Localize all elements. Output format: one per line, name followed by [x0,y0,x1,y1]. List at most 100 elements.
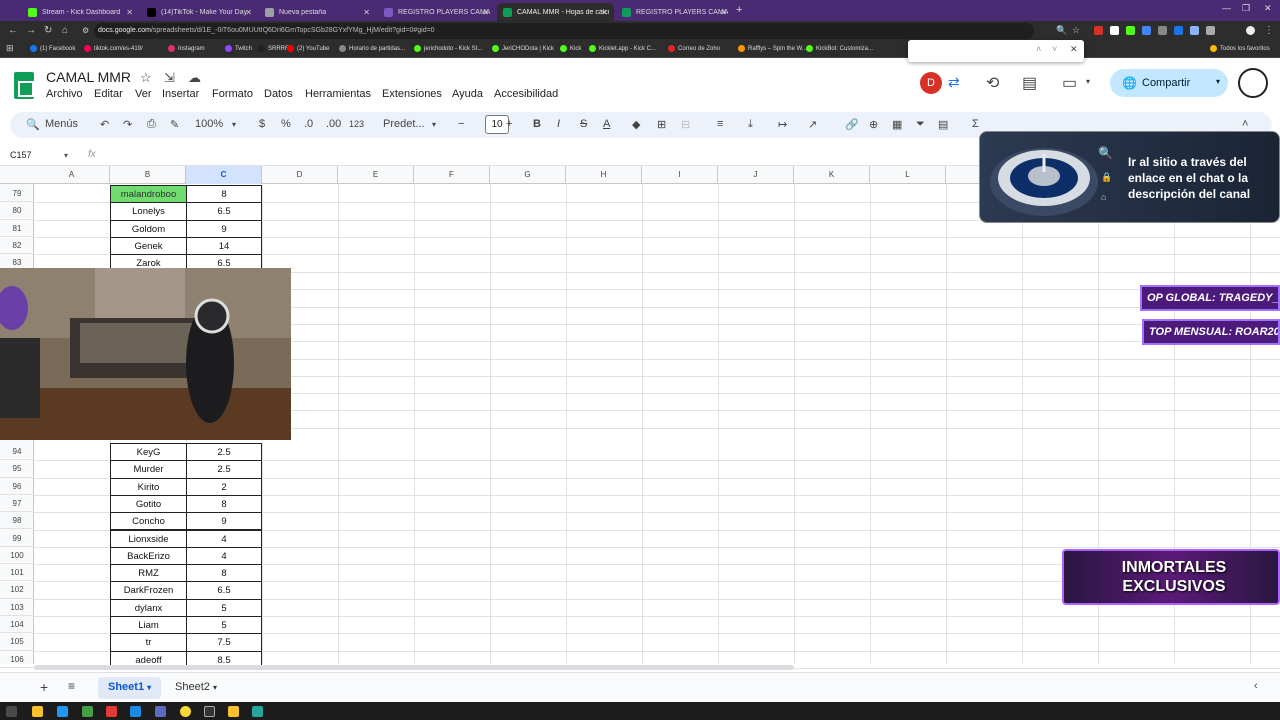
zoom-icon[interactable]: 🔍 [1056,25,1067,36]
percent-format-button[interactable]: % [281,118,291,130]
tab-close-icon[interactable]: ✕ [126,8,133,17]
menu-item[interactable]: Insertar [162,88,199,100]
cell-mmr-value[interactable]: 6.5 [186,581,262,600]
document-title[interactable]: CAMAL MMR [46,69,131,85]
row-header[interactable]: 94 [0,443,34,461]
row-header[interactable]: 79 [0,185,34,203]
star-icon[interactable]: ☆ [140,70,152,86]
cell-mmr-value[interactable]: 14 [186,236,262,256]
cell-player-name[interactable]: Genek [110,236,187,256]
bookmark-item[interactable]: Instagram [168,45,205,52]
row-header[interactable]: 96 [0,478,34,495]
cell-mmr-value[interactable]: 8 [186,494,262,514]
row-header[interactable]: 98 [0,512,34,530]
print-icon[interactable]: ⎙ [147,118,156,131]
extension-icon[interactable] [1190,26,1199,35]
column-header[interactable]: G [490,166,566,184]
row-header[interactable]: 82 [0,237,34,255]
row-header[interactable]: 104 [0,616,34,634]
extension-icon[interactable] [1142,26,1151,35]
increase-decimals-button[interactable]: .00 [326,118,341,130]
currency-format-button[interactable]: $ [259,118,265,130]
menu-item[interactable]: Editar [94,88,123,100]
cloud-status-icon[interactable]: ☁ [188,70,201,86]
cell-player-name[interactable]: KeyG [110,443,187,462]
gemini-chat-icon[interactable]: ⇄ [948,74,960,91]
cell-mmr-value[interactable]: 7.5 [186,633,262,652]
browser-tab[interactable]: Nueva pestaña ✕ [259,3,376,21]
functions-icon[interactable]: Σ [972,118,979,130]
column-header[interactable]: J [718,166,794,184]
row-header[interactable]: 80 [0,202,34,220]
cell-player-name[interactable]: Murder [110,460,187,479]
bookmark-item[interactable]: Rafflys – Spin the W... [738,45,807,52]
sheet-tab-dropdown-icon[interactable]: ▾ [213,683,217,692]
filter-icon[interactable]: ⏷ [916,118,925,131]
all-sheets-icon[interactable]: ≡ [68,679,75,693]
cell-mmr-value[interactable]: 4 [186,529,262,548]
column-header[interactable]: D [262,166,338,184]
collapse-menus-icon[interactable]: ˄ [1242,118,1248,130]
bookmark-item[interactable]: jerichodoto - Kick St... [414,45,482,52]
find-close-icon[interactable]: ✕ [1070,44,1078,55]
home-icon[interactable]: ⌂ [62,25,68,36]
insert-link-icon[interactable]: 🔗 [845,118,859,131]
row-header[interactable]: 102 [0,581,34,599]
increase-font-size-icon[interactable]: + [506,118,512,130]
taskbar-app-icon[interactable] [57,706,68,717]
bookmark-item[interactable]: KickBot: Customiza... [806,45,873,52]
cell-player-name[interactable]: Goldom [110,219,187,238]
browser-tab[interactable]: Stream - Kick Dashboard ✕ [22,3,139,21]
filter-views-icon[interactable]: ▤ [938,118,948,131]
search-menus-icon[interactable]: 🔍 [26,118,40,131]
menu-item[interactable]: Formato [212,88,253,100]
horizontal-align-icon[interactable]: ≡ [717,118,723,130]
sheets-logo[interactable] [14,72,34,99]
row-header[interactable]: 105 [0,633,34,651]
cell-player-name[interactable]: DarkFrozen [110,581,187,600]
taskbar-app-icon[interactable] [228,706,239,717]
row-header[interactable]: 101 [0,564,34,582]
menu-item[interactable]: Herramientas [305,88,371,100]
minimize-icon[interactable]: — [1222,3,1231,13]
column-header[interactable]: I [642,166,718,184]
taskbar-app-icon[interactable] [106,706,117,717]
cell-mmr-value[interactable]: 9 [186,219,262,238]
bookmark-item[interactable]: Todos los favoritos [1210,45,1270,52]
taskbar-app-icon[interactable] [82,706,93,717]
italic-button[interactable]: I [557,118,560,130]
cell-player-name[interactable]: Lionxside [110,529,187,548]
zoom-dropdown-icon[interactable]: ▾ [232,120,236,129]
extension-icon[interactable] [1126,26,1135,35]
cell-player-name[interactable]: BackErizo [110,546,187,566]
share-button[interactable]: 🌐 Compartir ▾ [1110,69,1228,97]
text-wrapping-icon[interactable]: ↦ [778,118,787,131]
new-tab-button[interactable]: + [736,4,742,16]
cell-player-name[interactable]: Lonelys [110,202,187,221]
cell-mmr-value[interactable]: 5 [186,598,262,617]
url-input[interactable]: docs.google.com/spreadsheets/d/1E_-0iT6o… [94,23,1034,39]
insert-chart-icon[interactable]: ▦ [892,118,902,131]
meet-dropdown-icon[interactable]: ▾ [1086,77,1090,86]
row-header[interactable]: 81 [0,220,34,237]
cell-player-name[interactable]: malandroboo [110,185,187,204]
site-info-icon[interactable]: ⚙ [82,26,89,35]
cell-player-name[interactable]: Liam [110,616,187,635]
fill-color-icon[interactable]: ◆ [632,118,640,131]
column-header[interactable]: L [870,166,946,184]
cell-player-name[interactable]: Concho [110,512,187,531]
extension-icon[interactable] [1158,26,1167,35]
menu-item[interactable]: Accesibilidad [494,88,558,100]
extension-icon[interactable] [1174,26,1183,35]
meet-icon[interactable]: ▭ [1062,73,1077,93]
vertical-align-icon[interactable]: ⤓ [748,118,753,131]
browser-tab[interactable]: REGISTRO PLAYERS CAMAL CUP✕ [378,3,495,21]
maximize-icon[interactable]: ❐ [1242,3,1250,14]
font-select[interactable]: Predet... [383,118,425,130]
back-icon[interactable]: ← [8,25,18,36]
browser-tab[interactable]: (14)TikTok - Make Your Day ✕ [141,3,258,21]
cell-mmr-value[interactable]: 9 [186,512,262,531]
more-formats-button[interactable]: 123 [349,119,364,129]
extensions-puzzle-icon[interactable] [1206,26,1215,35]
undo-icon[interactable]: ↶ [100,118,109,131]
